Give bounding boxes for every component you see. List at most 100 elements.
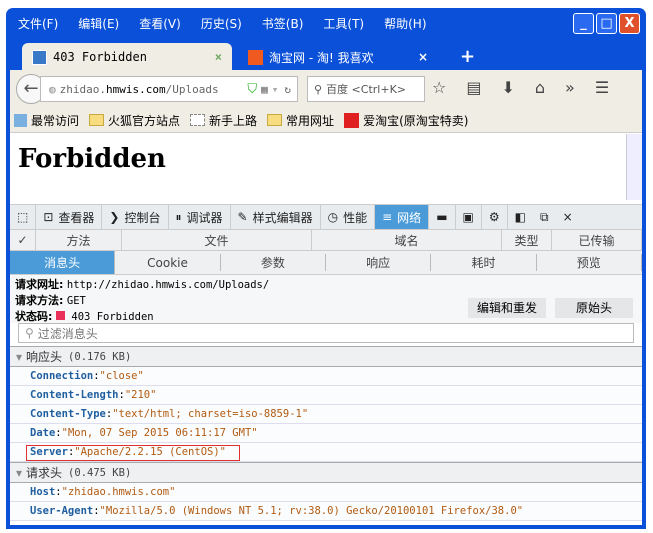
tab-cookies[interactable]: Cookie — [115, 254, 221, 271]
tab-params[interactable]: 参数 — [221, 254, 326, 271]
tab-strip: 403 Forbidden × 淘宝网 - 淘! 我喜欢 × + — [10, 40, 642, 71]
search-input[interactable]: ⚲ 百度 <Ctrl+K> — [307, 76, 425, 102]
tool-label: 查看器 — [58, 210, 95, 225]
overflow-chevron-icon[interactable]: » — [565, 78, 575, 97]
menu-tools[interactable]: 工具(T) — [323, 15, 364, 32]
tab-response[interactable]: 响应 — [326, 254, 432, 271]
header-row: Content-Type: "text/html; charset=iso-88… — [10, 405, 642, 424]
tool-network[interactable]: ≡ 网络 — [375, 205, 430, 229]
tool-label: 调试器 — [186, 210, 223, 225]
url-path: /Uploads — [165, 82, 219, 96]
url-host-prefix: zhidao. — [59, 82, 106, 96]
close-button[interactable]: X — [619, 13, 640, 34]
search-placeholder: 百度 <Ctrl+K> — [326, 83, 406, 96]
tab-close-icon[interactable]: × — [215, 50, 222, 64]
pause-icon: ⏸ — [175, 209, 182, 224]
header-row: User-Agent: "Mozilla/5.0 (Windows NT 5.1… — [10, 502, 642, 521]
header-value: "210" — [124, 389, 157, 401]
tool-inspector[interactable]: ⊡ 查看器 — [36, 205, 103, 229]
header-value: "Mozilla/5.0 (Windows NT 5.1; rv:38.0) G… — [99, 505, 524, 517]
bookmark-common-sites[interactable]: 常用网址 — [267, 112, 334, 129]
page-scrollbar[interactable] — [626, 134, 642, 200]
responsive-mode-icon[interactable]: ▣ — [456, 205, 482, 229]
taobao-icon — [248, 49, 263, 65]
page-icon — [190, 114, 206, 126]
col-method[interactable]: 方法 — [36, 230, 122, 250]
tab-taobao[interactable]: 淘宝网 - 淘! 我喜欢 × — [238, 43, 438, 71]
tab-timings[interactable]: 耗时 — [431, 254, 537, 271]
home-icon[interactable]: ⌂ — [535, 78, 545, 97]
close-devtools-icon[interactable]: × — [556, 205, 580, 229]
method-label: 请求方法: — [15, 294, 64, 307]
reading-list-icon[interactable]: ▤ — [466, 78, 481, 97]
tool-label: 网络 — [397, 210, 422, 225]
devtools-toolbar: ⬚ ⊡ 查看器 ❯ 控制台 ⏸ 调试器 ✎ 样式编辑器 ◷ 性能 ≡ 网络 ▬ ▣ ⚙ ◧ … — [10, 204, 642, 229]
reload-icon[interactable]: ↻ — [284, 83, 291, 96]
response-headers-section[interactable]: ▾ 响应头 (0.176 KB) — [10, 346, 642, 367]
bookmark-most-visited[interactable]: 最常访问 — [14, 112, 79, 129]
search-folder-icon — [14, 113, 27, 127]
tool-label: 控制台 — [124, 210, 161, 225]
tab-headers[interactable]: 消息头 — [10, 251, 116, 274]
search-icon: ⚲ — [314, 82, 323, 96]
bookmark-label: 爱淘宝(原淘宝特卖) — [363, 113, 469, 128]
menu-bookmarks[interactable]: 书签(B) — [262, 15, 304, 32]
undock-icon[interactable]: ⧉ — [533, 205, 556, 229]
bookmark-star-icon[interactable]: ☆ — [432, 78, 446, 97]
tool-style-editor[interactable]: ✎ 样式编辑器 — [231, 205, 321, 229]
minimize-button[interactable]: _ — [573, 13, 594, 34]
bookmark-ai-taobao[interactable]: 爱淘宝(原淘宝特卖) — [344, 112, 468, 129]
qr-code-icon[interactable]: ▦ — [261, 83, 268, 96]
globe-icon: ◍ — [49, 82, 56, 96]
shield-icon[interactable]: ⛉ — [247, 82, 257, 97]
details-tabs: 消息头 Cookie 参数 响应 耗时 预览 — [10, 251, 642, 275]
menu-history[interactable]: 历史(S) — [201, 15, 242, 32]
col-transferred[interactable]: 已传输 — [552, 230, 642, 250]
section-size: (0.176 KB) — [68, 350, 132, 363]
menu-bar: 文件(F) 编辑(E) 查看(V) 历史(S) 书签(B) 工具(T) 帮助(H… — [6, 8, 646, 38]
header-name: Content-Length — [30, 389, 119, 401]
col-file[interactable]: 文件 — [122, 230, 312, 250]
bookmark-getting-started[interactable]: 新手上路 — [190, 112, 257, 129]
split-console-icon[interactable]: ▬ — [429, 205, 456, 229]
bookmarks-toolbar: 最常访问 火狐官方站点 新手上路 常用网址 爱淘宝(原淘宝特卖) — [10, 108, 642, 133]
tool-debugger[interactable]: ⏸ 调试器 — [169, 205, 231, 229]
filter-headers-input[interactable]: ⚲ 过滤消息头 — [18, 323, 634, 343]
tool-performance[interactable]: ◷ 性能 — [321, 205, 376, 229]
menu-file[interactable]: 文件(F) — [18, 15, 58, 32]
header-value: "zhidao.hmwis.com" — [61, 486, 176, 498]
section-title: 请求头 — [26, 466, 63, 480]
header-name: User-Agent — [30, 505, 94, 517]
menu-help[interactable]: 帮助(H) — [384, 15, 426, 32]
element-picker-button[interactable]: ⬚ — [10, 205, 37, 229]
dropdown-icon[interactable]: ▾ — [272, 83, 279, 96]
download-icon[interactable]: ⬇ — [501, 78, 514, 97]
menu-edit[interactable]: 编辑(E) — [78, 15, 119, 32]
new-tab-button[interactable]: + — [460, 46, 475, 67]
edit-icon: ✎ — [237, 210, 248, 224]
hamburger-menu-icon[interactable]: ☰ — [595, 78, 609, 97]
maximize-button[interactable]: □ — [596, 13, 617, 34]
raw-headers-button[interactable]: 原始头 — [555, 298, 633, 318]
address-bar[interactable]: ◍ zhidao. hmwis.com/Uploads ⛉ ▦ ▾ ↻ — [40, 76, 298, 102]
col-status[interactable]: ✓ — [10, 230, 36, 250]
tab-close-icon[interactable]: × — [418, 50, 428, 64]
col-type[interactable]: 类型 — [502, 230, 552, 250]
tab-preview[interactable]: 预览 — [537, 254, 642, 271]
tab-403-forbidden[interactable]: 403 Forbidden × — [22, 43, 232, 71]
network-icon: ≡ — [382, 210, 393, 224]
bookmark-firefox-official[interactable]: 火狐官方站点 — [89, 112, 180, 129]
header-value: "Mon, 07 Sep 2015 06:11:17 GMT" — [61, 427, 258, 439]
col-domain[interactable]: 域名 — [312, 230, 502, 250]
search-icon: ⚲ — [25, 326, 34, 340]
menu-view[interactable]: 查看(V) — [139, 15, 181, 32]
settings-gear-icon[interactable]: ⚙ — [482, 205, 508, 229]
edit-resend-button[interactable]: 编辑和重发 — [468, 298, 546, 318]
folder-icon — [267, 114, 283, 126]
tool-console[interactable]: ❯ 控制台 — [102, 205, 169, 229]
header-row: Host: "zhidao.hmwis.com" — [10, 483, 642, 502]
dock-side-icon[interactable]: ◧ — [508, 205, 533, 229]
request-headers-section[interactable]: ▾ 请求头 (0.475 KB) — [10, 462, 642, 483]
url-host: hmwis.com — [105, 82, 166, 96]
header-name: Date — [30, 427, 56, 439]
